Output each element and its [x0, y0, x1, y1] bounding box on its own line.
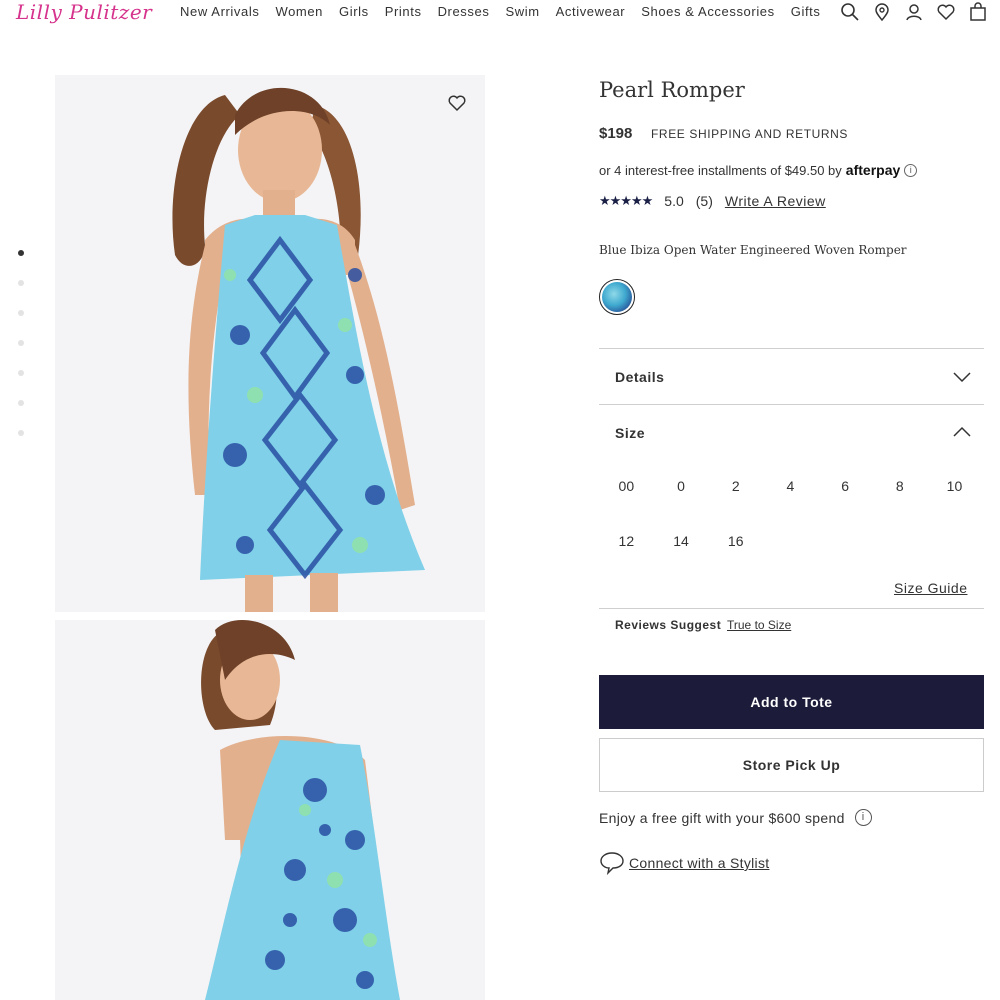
brand-logo[interactable]: Lilly Pulitzer [16, 0, 152, 24]
afterpay-info: or 4 interest-free installments of $49.5… [599, 162, 918, 178]
gallery-dot-5[interactable] [18, 370, 24, 376]
size-option-14[interactable]: 14 [654, 525, 709, 558]
color-swatch-selected[interactable] [599, 279, 635, 315]
nav-shoes-accessories[interactable]: Shoes & Accessories [641, 4, 775, 19]
gallery-pagination [18, 250, 24, 460]
add-to-tote-button[interactable]: Add to Tote [599, 675, 984, 729]
shipping-info: FREE SHIPPING AND RETURNS [651, 127, 849, 141]
size-accordion-toggle[interactable]: Size [615, 425, 645, 441]
size-option-10[interactable]: 10 [927, 470, 982, 503]
product-title: Pearl Romper [599, 78, 745, 102]
divider [599, 608, 984, 609]
nav-dresses[interactable]: Dresses [438, 4, 490, 19]
nav-girls[interactable]: Girls [339, 4, 369, 19]
nav-prints[interactable]: Prints [385, 4, 422, 19]
info-icon[interactable]: i [904, 163, 918, 177]
location-pin-icon[interactable] [872, 2, 892, 22]
afterpay-logo: afterpay [845, 162, 901, 178]
nav-gifts[interactable]: Gifts [791, 4, 821, 19]
free-gift-promo: Enjoy a free gift with your $600 spend i [599, 809, 872, 826]
size-option-6[interactable]: 6 [818, 470, 873, 503]
afterpay-text: or 4 interest-free installments of $49.5… [599, 162, 842, 178]
heart-icon[interactable] [936, 2, 956, 22]
divider [599, 348, 984, 349]
free-gift-text: Enjoy a free gift with your $600 spend [599, 809, 845, 826]
reviews-suggest-label: Reviews Suggest [615, 618, 722, 632]
divider [599, 404, 984, 405]
store-pickup-button[interactable]: Store Pick Up [599, 738, 984, 792]
gallery-dot-2[interactable] [18, 280, 24, 286]
gallery-dot-4[interactable] [18, 340, 24, 346]
stylist-contact: Connect with a Stylist [599, 851, 769, 875]
model-front-illustration [172, 87, 425, 612]
nav-activewear[interactable]: Activewear [556, 4, 626, 19]
variant-name: Blue Ibiza Open Water Engineered Woven R… [599, 243, 907, 257]
gallery-dot-6[interactable] [18, 400, 24, 406]
fit-suggestion-link[interactable]: True to Size [727, 618, 791, 632]
header-icons [840, 2, 988, 22]
star-rating-icon: ★★★★★ [599, 193, 653, 208]
product-image-front[interactable] [55, 75, 485, 612]
account-icon[interactable] [904, 2, 924, 22]
connect-stylist-link[interactable]: Connect with a Stylist [629, 855, 769, 871]
gallery-dot-1[interactable] [18, 250, 24, 256]
search-icon[interactable] [840, 2, 860, 22]
swatch-print-preview [602, 282, 632, 312]
size-option-0[interactable]: 0 [654, 470, 709, 503]
favorite-heart-icon[interactable] [447, 93, 467, 113]
size-options: 00 0 2 4 6 8 10 12 14 16 [599, 470, 984, 558]
nav-swim[interactable]: Swim [505, 4, 539, 19]
review-count[interactable]: (5) [696, 193, 713, 209]
nav-women[interactable]: Women [275, 4, 323, 19]
rating-value: 5.0 [664, 193, 684, 209]
size-option-4[interactable]: 4 [763, 470, 818, 503]
nav-new-arrivals[interactable]: New Arrivals [180, 4, 259, 19]
chevron-up-icon[interactable] [952, 426, 972, 438]
gallery-dot-3[interactable] [18, 310, 24, 316]
size-option-12[interactable]: 12 [599, 525, 654, 558]
model-back-illustration [201, 620, 400, 1000]
gallery-dot-7[interactable] [18, 430, 24, 436]
chevron-down-icon[interactable] [952, 371, 972, 383]
details-accordion-toggle[interactable]: Details [615, 369, 664, 385]
main-nav: New Arrivals Women Girls Prints Dresses … [180, 4, 820, 19]
site-header: Lilly Pulitzer New Arrivals Women Girls … [0, 0, 1000, 30]
info-icon[interactable]: i [854, 809, 872, 826]
product-rating: ★★★★★ 5.0 (5) Write A Review [599, 193, 826, 209]
size-option-00[interactable]: 00 [599, 470, 654, 503]
chat-bubble-icon[interactable] [599, 851, 625, 875]
size-option-16[interactable]: 16 [708, 525, 763, 558]
size-option-8[interactable]: 8 [872, 470, 927, 503]
bag-icon[interactable] [968, 2, 988, 22]
product-image-back[interactable] [55, 620, 485, 1000]
write-review-link[interactable]: Write A Review [725, 193, 826, 209]
size-option-2[interactable]: 2 [708, 470, 763, 503]
product-price: $198 [599, 125, 633, 142]
size-guide-link[interactable]: Size Guide [894, 580, 967, 596]
